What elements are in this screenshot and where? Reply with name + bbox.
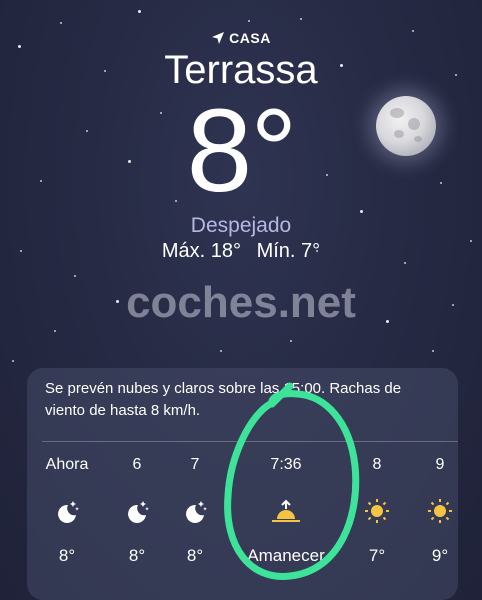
high-temperature: Máx. 18° [161,240,241,262]
hour-label: 6 [132,456,142,473]
hour-value: 9° [431,546,449,565]
hour-value: Amanecer [247,546,325,565]
sunrise-icon [231,486,341,536]
sun-icon [347,486,407,536]
hour-item[interactable]: Ahora 8° [37,456,97,566]
hour-label: 7:36 [270,456,302,473]
hour-label: 8 [372,456,382,473]
current-condition: Despejado [190,214,292,237]
hour-label: 9 [435,456,445,473]
hour-value: 7° [368,546,386,565]
high-low: Máx. 18° Mín. 7° [0,240,482,263]
moon-stars-icon [165,486,225,536]
hour-label: 7 [190,456,200,473]
hour-label: Ahora [45,456,89,473]
current-temperature: 8° [186,85,298,217]
hour-item[interactable]: 6 8° [107,456,167,566]
hour-value: 8° [58,546,76,565]
hour-value: 8° [128,546,146,565]
sun-icon [410,486,470,536]
hourly-forecast-card[interactable]: Se prevén nubes y claros sobre las 15:00… [27,368,458,600]
hour-item[interactable]: 7 8° [165,456,225,566]
location-header: CASA [0,30,482,46]
watermark: coches.net [126,278,356,327]
moon-stars-icon [37,486,97,536]
hour-value: 8° [186,546,204,565]
hour-item[interactable]: 8 7° [347,456,407,566]
low-temperature: Mín. 7° [256,240,321,262]
location-label: CASA [229,30,271,46]
moon-stars-icon [107,486,167,536]
location-arrow-icon [212,32,225,44]
hourly-forecast-list[interactable]: Ahora 8° 6 8° 7 8° 7:36 Amanecer 8 7° 9 … [27,368,458,600]
hour-item[interactable]: 7:36 Amanecer [231,456,341,566]
hour-item[interactable]: 9 9° [410,456,470,566]
